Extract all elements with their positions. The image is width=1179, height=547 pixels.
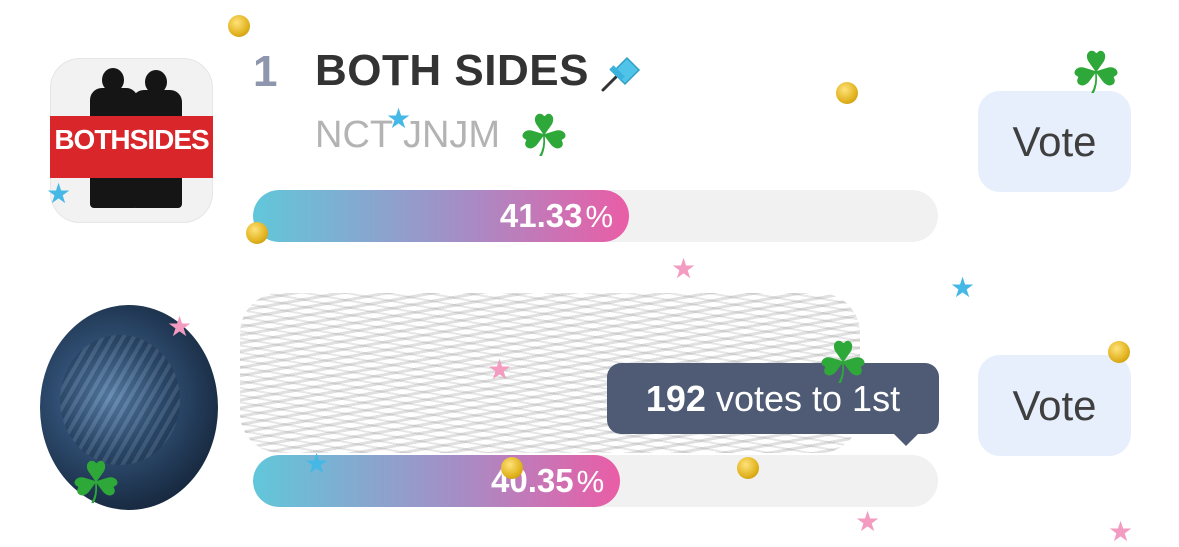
votes-needed-label: votes to 1st: [715, 378, 901, 419]
pink-star-sticker: ★: [167, 311, 193, 342]
percent-symbol: %: [585, 199, 614, 234]
pink-star-sticker: ★: [855, 506, 881, 537]
album-art-logo: BOTHSIDES: [54, 124, 209, 155]
ranking-row-1: BOTHSIDES 1 BOTH SIDES NCT JNJM 41.33% V…: [0, 0, 1179, 265]
clover-sticker: ☘: [1070, 41, 1122, 106]
ranking-row-2: 40.35% 192 votes to 1st Vote: [0, 265, 1179, 546]
vote-share-percent: 41.33%: [500, 197, 613, 235]
gold-coin-sticker: [737, 457, 759, 479]
vote-share-bar: 40.35%: [253, 455, 938, 507]
vote-button[interactable]: Vote: [978, 91, 1131, 192]
clover-sticker: ☘: [518, 104, 570, 169]
pink-star-sticker: ★: [1108, 516, 1134, 547]
gold-coin-sticker: [228, 15, 250, 37]
pink-star-sticker: ★: [671, 253, 697, 284]
vote-button[interactable]: Vote: [978, 355, 1131, 456]
blue-star-sticker: ★: [386, 103, 412, 134]
clover-sticker: ☘: [70, 451, 122, 516]
pink-star-sticker: ★: [487, 354, 513, 385]
rank-number: 1: [253, 47, 278, 96]
gold-coin-sticker: [246, 222, 268, 244]
clover-sticker: ☘: [817, 331, 869, 396]
blue-star-sticker: ★: [304, 448, 330, 479]
song-title: BOTH SIDES: [315, 46, 589, 95]
vote-share-fill: 41.33%: [253, 190, 630, 242]
blue-star-sticker: ★: [46, 178, 72, 209]
votes-needed-count: 192: [645, 378, 706, 419]
album-art-both-sides: BOTHSIDES: [50, 58, 213, 223]
blue-star-sticker: ★: [950, 272, 976, 303]
votes-to-first-tooltip: 192 votes to 1st: [607, 363, 939, 446]
gold-coin-sticker: [836, 82, 858, 104]
gold-coin-sticker: [1108, 341, 1130, 363]
pin-icon: [601, 56, 641, 92]
percent-symbol: %: [576, 464, 605, 499]
percent-value: 41.33: [499, 197, 583, 234]
gold-coin-sticker: [501, 457, 523, 479]
vote-share-bar: 41.33%: [253, 190, 938, 242]
